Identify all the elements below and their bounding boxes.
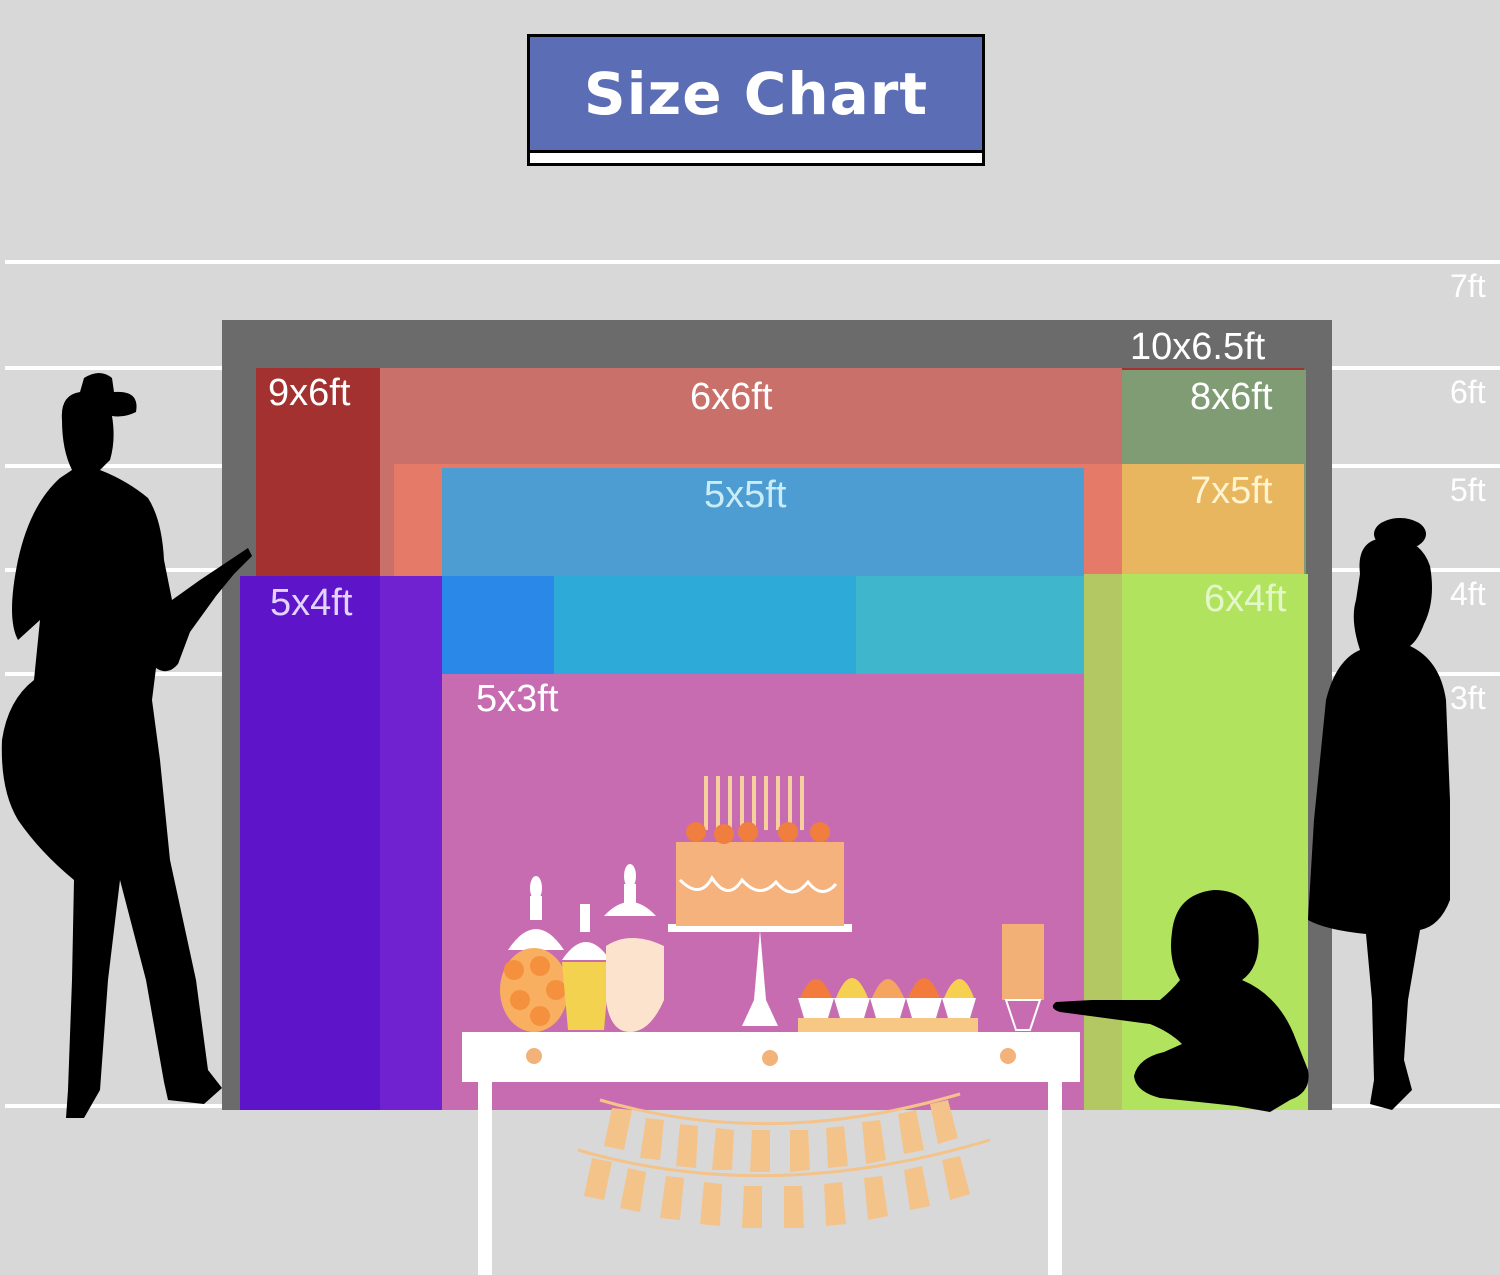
candy-jars [500, 864, 664, 1032]
child-silhouette [1052, 890, 1309, 1112]
tassel-garland [577, 1092, 991, 1228]
man-silhouette [1, 373, 252, 1118]
cupcakes [798, 978, 978, 1032]
dessert-table [462, 1032, 1080, 1275]
girl-silhouette [1308, 518, 1450, 1110]
party-scene-illustration [1, 373, 1450, 1275]
straw-cup [1002, 924, 1044, 1031]
